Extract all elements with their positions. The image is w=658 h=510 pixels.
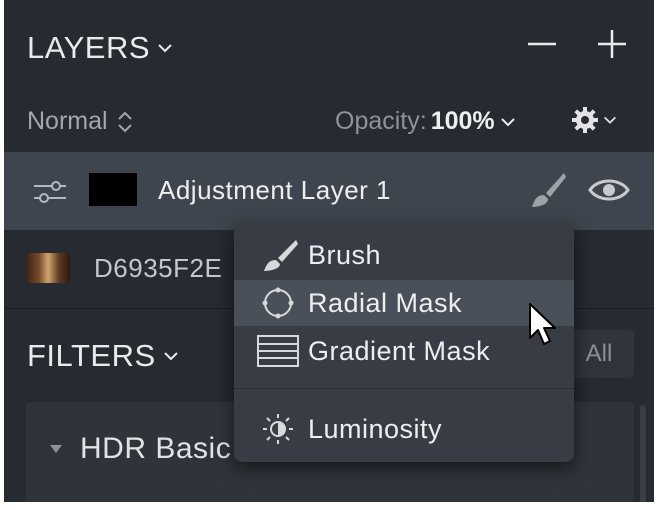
brush-icon bbox=[264, 240, 298, 271]
add-mask-menu: Brush Radial Mask Gradient Mask Luminosi… bbox=[234, 222, 574, 462]
opacity-label: Opacity: bbox=[335, 107, 427, 135]
filter-name: HDR Basic bbox=[80, 432, 232, 465]
opacity-control[interactable]: Opacity: 100% bbox=[335, 107, 517, 136]
blend-mode-value: Normal bbox=[27, 107, 108, 135]
menu-item-label: Brush bbox=[308, 240, 382, 270]
menu-item-brush[interactable]: Brush bbox=[234, 232, 574, 278]
adjustment-sliders-icon bbox=[34, 181, 66, 203]
chevron-down-icon bbox=[500, 117, 515, 126]
brush-icon[interactable] bbox=[526, 169, 568, 211]
all-label: All bbox=[585, 340, 613, 367]
scrollbar[interactable] bbox=[640, 405, 646, 502]
layer-options-row: Normal Opacity: 100% bbox=[4, 95, 654, 150]
menu-item-gradient-mask[interactable]: Gradient Mask bbox=[234, 328, 574, 374]
menu-item-label: Gradient Mask bbox=[308, 336, 491, 366]
menu-item-radial-mask[interactable]: Radial Mask bbox=[234, 280, 574, 326]
remove-layer-button[interactable] bbox=[524, 26, 560, 62]
menu-item-luminosity[interactable]: Luminosity bbox=[234, 406, 574, 452]
image-layer-thumbnail bbox=[26, 253, 70, 283]
gear-icon bbox=[572, 107, 598, 133]
chevron-down-icon bbox=[163, 352, 178, 361]
layers-header: LAYERS bbox=[4, 0, 654, 95]
opacity-value: 100% bbox=[430, 107, 495, 135]
layer-name: D6935F2E bbox=[94, 253, 223, 283]
layers-title: LAYERS bbox=[27, 30, 151, 65]
menu-item-label: Luminosity bbox=[308, 414, 443, 444]
filters-title-dropdown[interactable]: FILTERS bbox=[27, 338, 180, 374]
layer-name: Adjustment Layer 1 bbox=[158, 175, 392, 205]
show-all-filters-button[interactable]: All bbox=[564, 330, 634, 378]
eye-icon[interactable] bbox=[588, 175, 630, 205]
layer-mask-thumbnail bbox=[89, 173, 137, 206]
layer-row-adjustment[interactable]: Adjustment Layer 1 bbox=[4, 152, 654, 230]
blend-mode-select[interactable]: Normal bbox=[27, 107, 134, 136]
radial-mask-icon bbox=[262, 287, 294, 319]
luminosity-icon bbox=[263, 414, 293, 444]
add-layer-button[interactable] bbox=[594, 26, 630, 62]
chevron-down-icon bbox=[158, 44, 172, 53]
layers-title-dropdown[interactable]: LAYERS bbox=[27, 30, 174, 66]
layer-settings-button[interactable] bbox=[570, 105, 618, 135]
filters-title: FILTERS bbox=[27, 338, 156, 373]
gradient-mask-icon bbox=[257, 335, 299, 367]
mouse-pointer-icon bbox=[529, 303, 556, 345]
menu-item-label: Radial Mask bbox=[308, 288, 463, 318]
disclosure-triangle-icon[interactable] bbox=[48, 442, 64, 456]
chevron-down-icon bbox=[604, 116, 616, 124]
updown-chevron-icon bbox=[117, 111, 132, 132]
menu-divider bbox=[234, 388, 574, 389]
layers-panel: LAYERS Normal Opacity: 100% Adjustment L… bbox=[4, 0, 654, 502]
